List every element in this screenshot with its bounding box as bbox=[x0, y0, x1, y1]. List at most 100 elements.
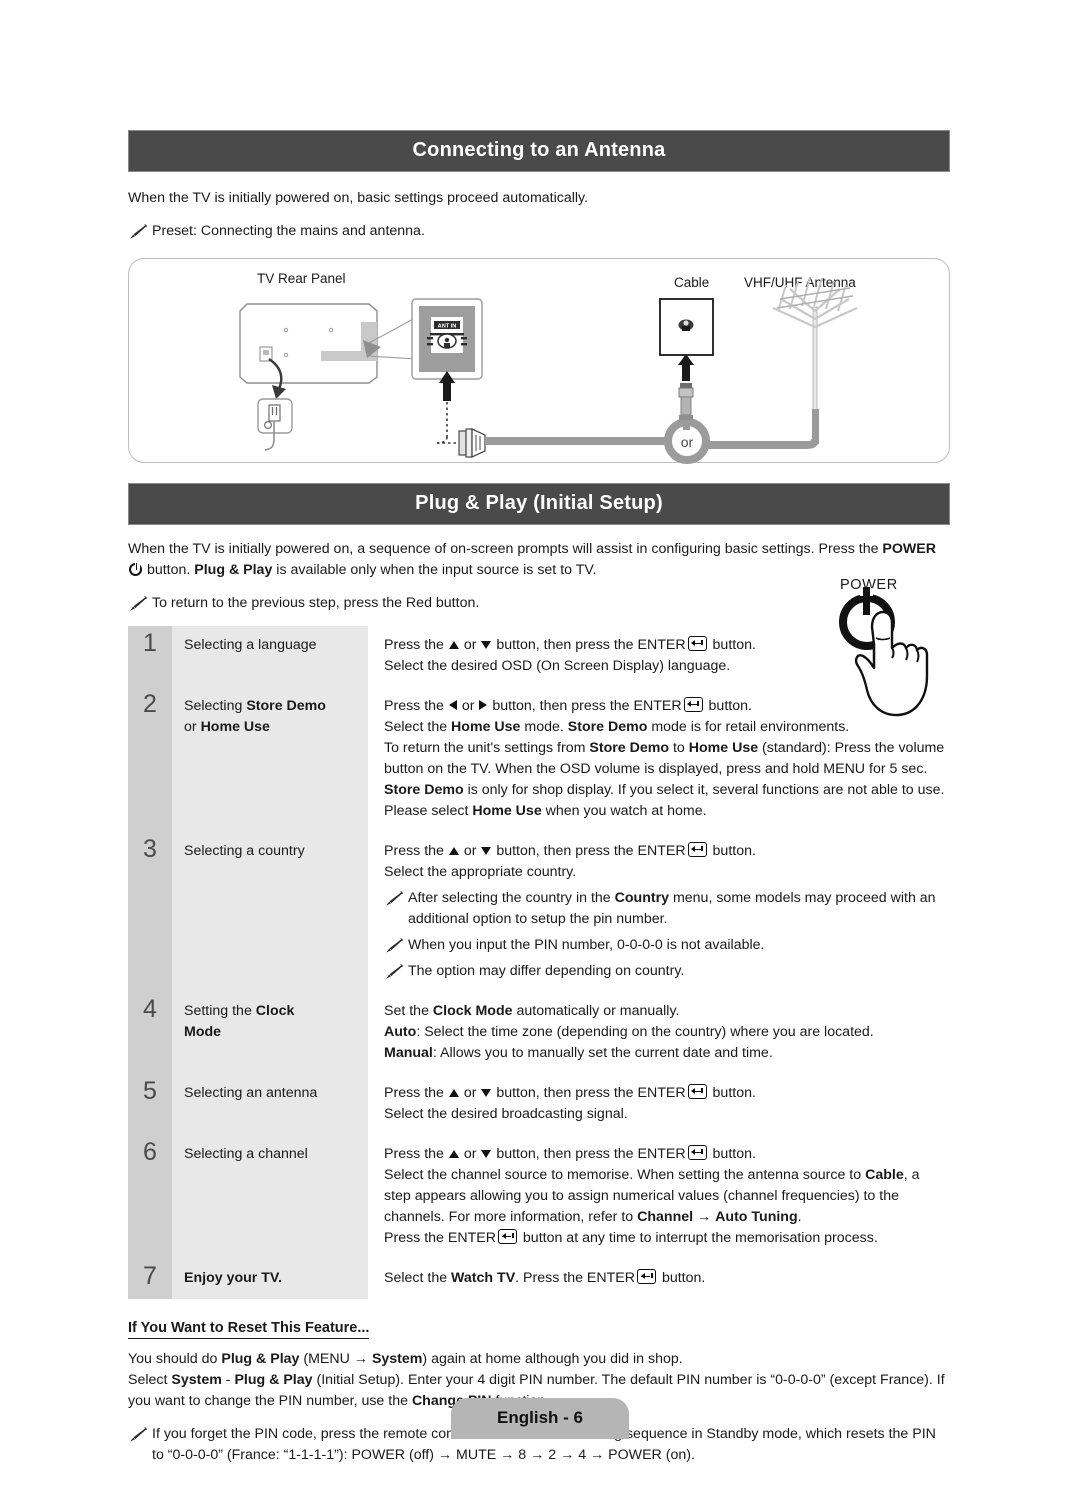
step-label-text: Selecting a language bbox=[184, 637, 317, 653]
step-label: Setting the Clock Mode bbox=[172, 992, 368, 1074]
desc-tail: button. bbox=[708, 843, 756, 859]
left-arrow-icon bbox=[448, 700, 457, 710]
step-label: Selecting a language bbox=[172, 626, 368, 687]
desc-c: → bbox=[693, 1209, 716, 1225]
up-arrow-icon bbox=[448, 641, 459, 649]
desc-tail: button. bbox=[704, 698, 752, 714]
step-description: Set the Clock Mode automatically or manu… bbox=[368, 992, 950, 1074]
plugplay-intro-bold: Plug & Play bbox=[194, 562, 273, 578]
step-note: After selecting the country in the Count… bbox=[384, 888, 950, 930]
step-desc-paragraph: To return the unit's settings from Store… bbox=[384, 738, 950, 780]
step-desc-line: Select the desired broadcasting signal. bbox=[384, 1106, 628, 1122]
desc-mid: or bbox=[459, 1085, 481, 1101]
reset-line-1: You should do Plug & Play (MENU → System… bbox=[128, 1349, 950, 1370]
desc-post: button, then press the ENTER bbox=[492, 637, 686, 653]
desc-a: To return the unit's settings from bbox=[384, 740, 590, 756]
reset-feature-block: If You Want to Reset This Feature... bbox=[128, 1319, 950, 1339]
step-label-text: Selecting a channel bbox=[184, 1146, 308, 1162]
diagram-or-text: or bbox=[681, 434, 694, 450]
plugplay-intro-a: When the TV is initially powered on, a s… bbox=[128, 541, 883, 557]
desc-a: Select the bbox=[384, 1270, 452, 1286]
reset-2-a: Select bbox=[128, 1372, 172, 1388]
desc-bold-a: Cable bbox=[865, 1167, 904, 1183]
desc-bold-a: Watch TV bbox=[451, 1270, 516, 1286]
step-note-text: When you input the PIN number, 0-0-0-0 i… bbox=[408, 937, 765, 953]
desc-bold-a: Store Demo bbox=[589, 740, 669, 756]
desc-bold-a: Clock Mode bbox=[432, 1003, 513, 1019]
desc-a: Set the bbox=[384, 1003, 433, 1019]
step-label-bold: Clock bbox=[255, 1003, 295, 1019]
desc-tail: button. bbox=[708, 637, 756, 653]
reset-1-bold-2: System bbox=[371, 1351, 423, 1367]
reset-2-b: - bbox=[221, 1372, 235, 1388]
plug-and-play-steps-table: 1 Selecting a language Press the or butt… bbox=[128, 626, 950, 1299]
desc-bold-b: Channel bbox=[637, 1209, 694, 1225]
note-a: After selecting the country in the bbox=[408, 890, 615, 906]
desc-pre: Press the bbox=[384, 698, 448, 714]
enter-key-icon bbox=[497, 1229, 517, 1244]
desc-b: when you watch at home. bbox=[541, 803, 707, 819]
step-description: Press the or button, then press the ENTE… bbox=[368, 1074, 950, 1135]
table-row: 6 Selecting a channel Press the or butto… bbox=[128, 1135, 950, 1259]
desc-tail: button at any time to interrupt the memo… bbox=[518, 1230, 878, 1246]
desc-bold-lead: Auto bbox=[384, 1024, 417, 1040]
manual-page: Connecting to an Antenna When the TV is … bbox=[0, 0, 1080, 1494]
step-label-text: Selecting bbox=[184, 698, 247, 714]
plugplay-intro-power-word: POWER bbox=[882, 541, 937, 557]
reset-feature-heading: If You Want to Reset This Feature... bbox=[128, 1320, 370, 1339]
page-footer: English - 6 bbox=[0, 1398, 1080, 1439]
desc-bold-lead: Store Demo bbox=[384, 782, 464, 798]
antenna-intro-text: When the TV is initially powered on, bas… bbox=[128, 190, 589, 206]
enter-key-icon bbox=[687, 1084, 707, 1099]
table-row: 7 Enjoy your TV. Select the Watch TV. Pr… bbox=[128, 1259, 950, 1299]
step-number: 6 bbox=[128, 1135, 172, 1259]
table-row: 5 Selecting an antenna Press the or butt… bbox=[128, 1074, 950, 1135]
step-note: When you input the PIN number, 0-0-0-0 i… bbox=[384, 935, 950, 956]
section-header-plug-and-play: Plug & Play (Initial Setup) bbox=[128, 483, 950, 525]
step-label-text: Selecting a country bbox=[184, 843, 305, 859]
step-desc-paragraph: Select the channel source to memorise. W… bbox=[384, 1165, 950, 1228]
enter-key-icon bbox=[687, 636, 707, 651]
step-label: Selecting a channel bbox=[172, 1135, 368, 1259]
step-description: Press the or button, then press the ENTE… bbox=[368, 1135, 950, 1259]
enter-key-icon bbox=[687, 842, 707, 857]
step-desc-line: Press the or button, then press the ENTE… bbox=[384, 1083, 950, 1104]
down-arrow-icon bbox=[481, 847, 492, 855]
desc-post: button, then press the ENTER bbox=[492, 1085, 686, 1101]
step-label: Enjoy your TV. bbox=[172, 1259, 368, 1299]
step-desc-paragraph: Select the Home Use mode. Store Demo mod… bbox=[384, 717, 950, 738]
desc-c: mode is for retail environments. bbox=[647, 719, 850, 735]
step-note: The option may differ depending on count… bbox=[384, 961, 950, 982]
desc-pre: Press the bbox=[384, 1085, 448, 1101]
down-arrow-icon bbox=[481, 1089, 492, 1097]
desc-mid: or bbox=[457, 698, 479, 714]
reset-1-c: ) again at home although you did in shop… bbox=[422, 1351, 683, 1367]
step-label-text-2: or bbox=[184, 719, 201, 735]
desc-mid: or bbox=[459, 843, 481, 859]
pencil-icon bbox=[128, 596, 148, 612]
plugplay-intro-c: is available only when the input source … bbox=[272, 562, 597, 578]
step-note-text: After selecting the country in the Count… bbox=[408, 888, 950, 930]
step-desc-line: Set the Clock Mode automatically or manu… bbox=[384, 1001, 950, 1022]
desc-b: . Press the ENTER bbox=[515, 1270, 635, 1286]
power-button-illustration bbox=[820, 572, 972, 717]
enter-key-icon bbox=[683, 697, 703, 712]
desc-post: button, then press the ENTER bbox=[492, 843, 686, 859]
desc-bold-b: Home Use bbox=[688, 740, 759, 756]
desc-tail: button. bbox=[708, 1085, 756, 1101]
step-desc-paragraph: Store Demo is only for shop display. If … bbox=[384, 780, 950, 822]
desc-pre: Press the ENTER bbox=[384, 1230, 496, 1246]
step-desc-line: Press the or button, then press the ENTE… bbox=[384, 1144, 950, 1165]
down-arrow-icon bbox=[481, 1150, 492, 1158]
reset-1-a: You should do bbox=[128, 1351, 222, 1367]
step-label-bold: Store Demo bbox=[246, 698, 326, 714]
pencil-icon bbox=[128, 224, 148, 240]
step-number: 3 bbox=[128, 832, 172, 992]
reset-1-bold-1: Plug & Play bbox=[221, 1351, 300, 1367]
down-arrow-icon bbox=[481, 641, 492, 649]
step-number: 5 bbox=[128, 1074, 172, 1135]
desc-bold-lead: Manual bbox=[384, 1045, 433, 1061]
reset-2-bold-1: System bbox=[171, 1372, 222, 1388]
page-content: Connecting to an Antenna When the TV is … bbox=[128, 0, 950, 1466]
reset-2-bold-2: Plug & Play bbox=[234, 1372, 313, 1388]
